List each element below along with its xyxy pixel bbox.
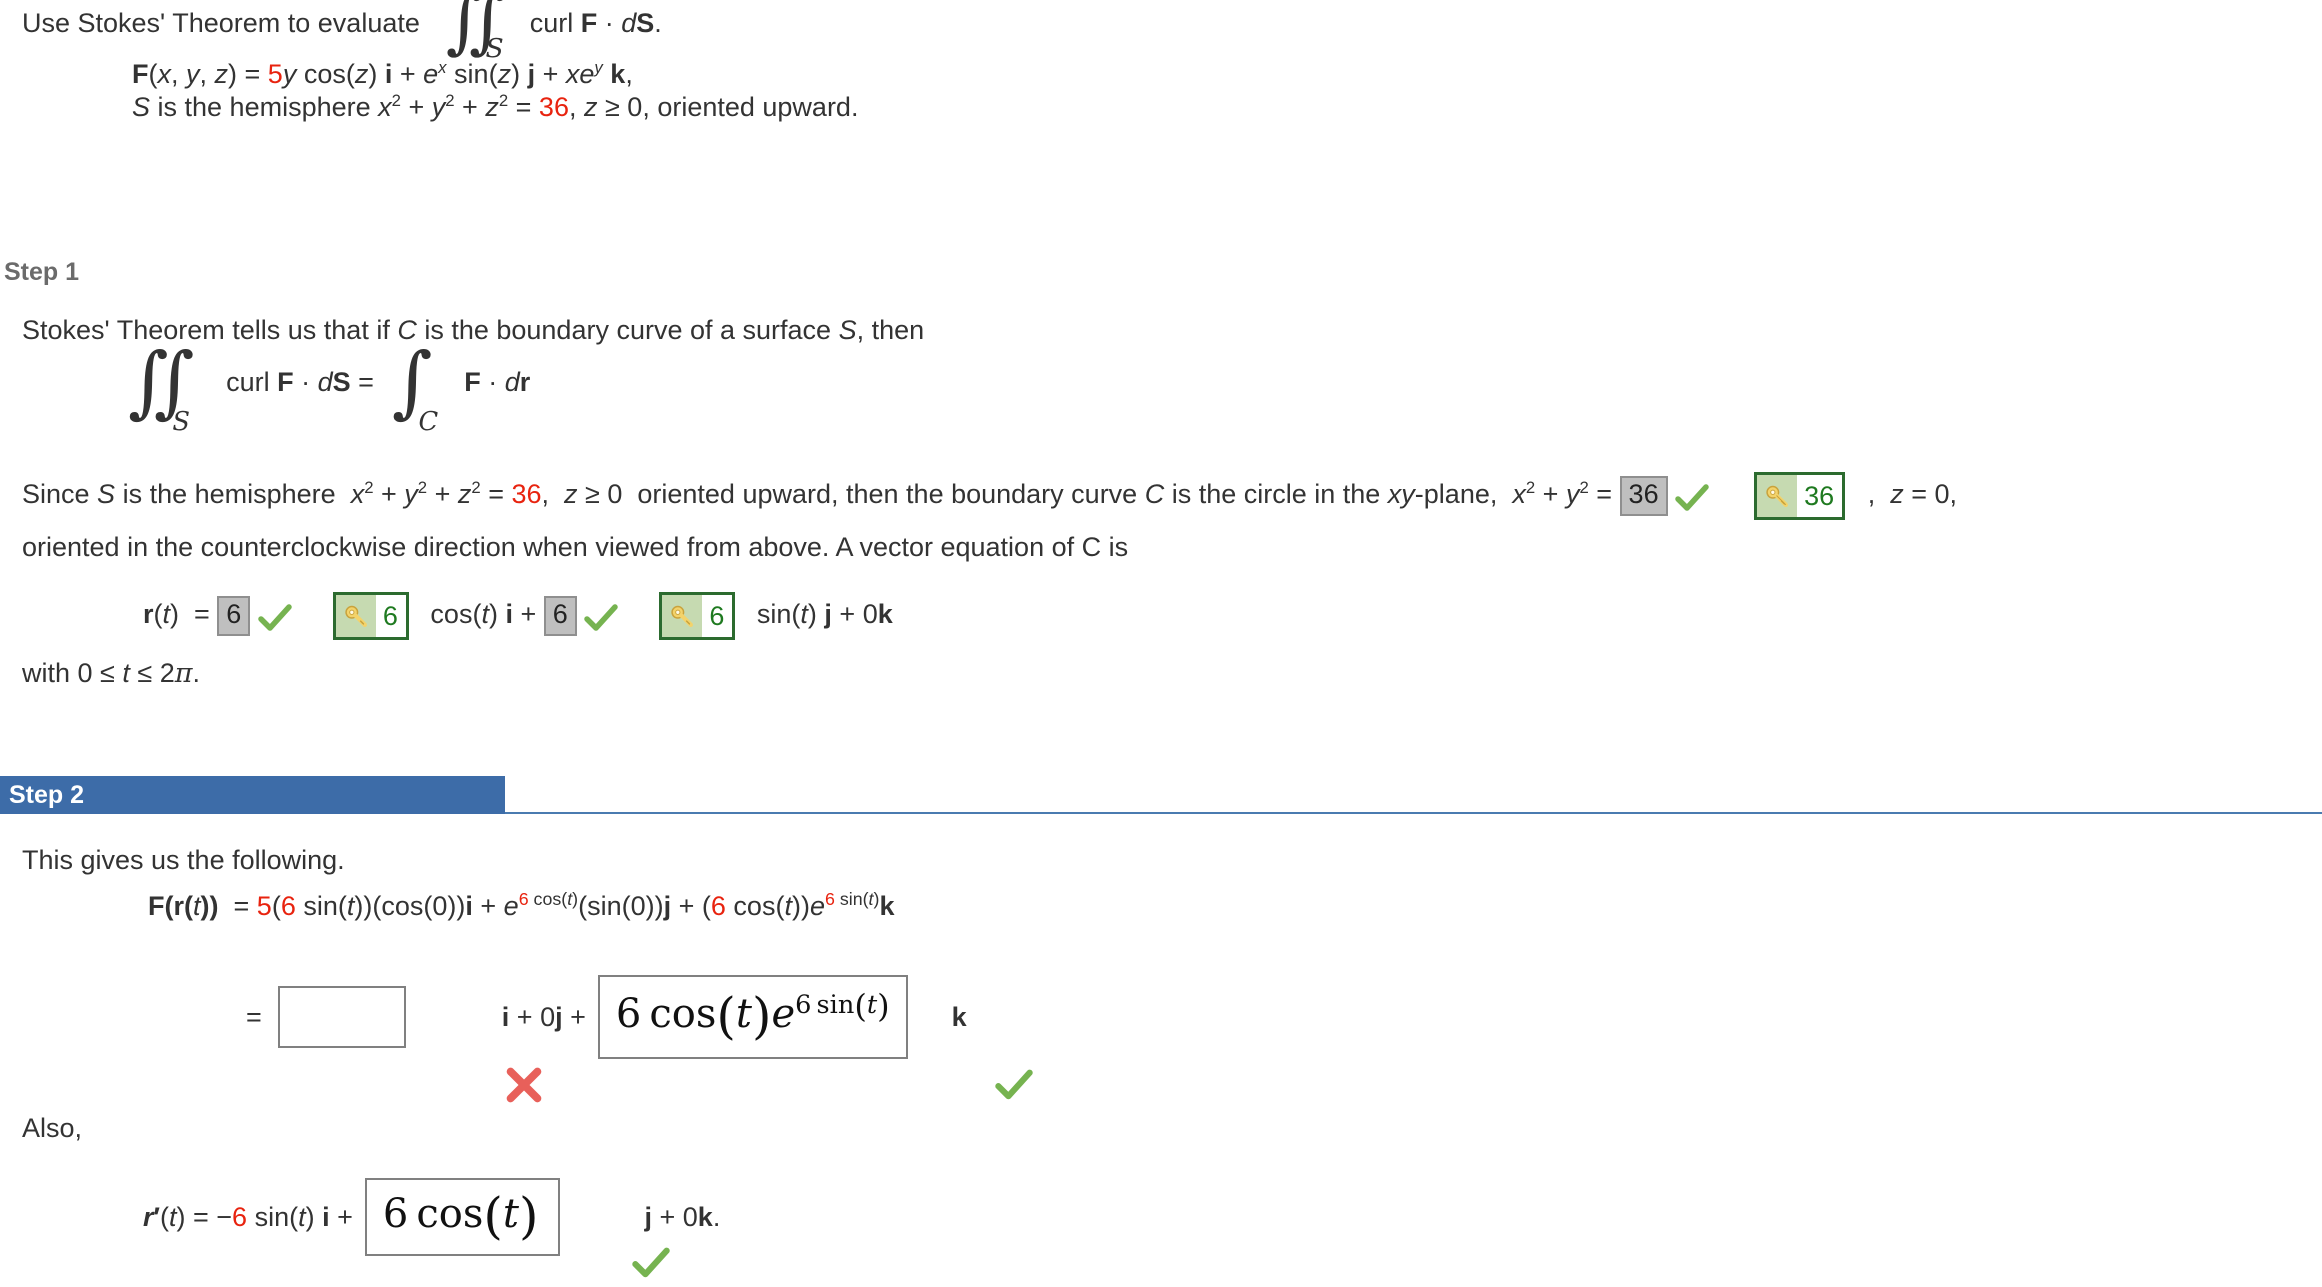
problem-equations: F(x, y, z) = 5y cos(z) i + ex sin(z) j +… [132,58,2302,124]
correct-check-icon [995,1068,1033,1109]
r-prime-label: r′(t) = −6 sin(t) i + [143,1201,353,1232]
since-text-tail: , z = 0, [1852,479,1958,510]
double-integral-symbol: ∬S [445,0,506,64]
r-prime-tail: j + 0k. [644,1201,721,1232]
key-icon [662,595,703,637]
vector-field-definition: F(x, y, z) = 5y cos(z) i + ex sin(z) j +… [132,58,633,89]
answer-key-sin-amplitude[interactable]: 6 [659,592,736,640]
frt-coeff-5: 5 [256,891,272,921]
r-of-t-label: r(t) = [143,599,218,630]
field-coefficient: 5 [267,59,283,89]
answer-field-k-component[interactable]: 6 cos(t)e6 sin(t) [597,975,908,1059]
since-text-part1: Since S is the hemisphere x2 + y2 + z2 = [22,478,512,510]
line-integral-symbol: ∫C [391,337,439,437]
step-2-divider [505,812,2322,814]
also-text: Also, [22,1113,83,1143]
answer-field-i-component[interactable] [277,986,406,1048]
f-of-r-simplified-row: = i + 0j + 6 cos(t)e6 sin(t) k [246,975,967,1059]
correct-check-icon [1675,483,1709,513]
correct-check-icon [584,603,619,633]
answer-key-value: 6 [382,600,398,631]
i-plus-0j-text: i + 0j + [501,1001,586,1032]
key-icon [335,595,376,637]
r-prime-equation-row: r′(t) = −6 sin(t) i + 6 cos(t) j + 0k. [143,1178,720,1256]
step-2-intro-text: This gives us the following. [22,845,345,875]
hemisphere-radius-squared: 36 [511,479,542,510]
problem-integrand: curl F · dS. [529,8,662,38]
orientation-text: oriented in the counterclockwise directi… [22,532,1129,562]
frt-exp-coeff-2: 6 [824,889,835,909]
f-of-r-equation: F(r(t)) = 5(6 sin(t))(cos(0))i + e6 cos(… [148,889,895,921]
since-text-part2: , z ≥ 0 oriented upward, then the bounda… [541,478,1620,510]
r-prime-coefficient: 6 [232,1201,248,1232]
step-2-banner: Step 2 [0,776,505,814]
correct-check-icon [258,603,292,633]
incorrect-cross-icon [505,1066,543,1111]
double-integral-symbol-display: ∬S [128,337,195,437]
frt-coeff-6b: 6 [710,891,726,921]
correct-check-icon [632,1246,670,1287]
frt-exp-coeff-1: 6 [518,889,529,909]
stokes-theorem-equation: ∬S curl F · dS = ∫C F · dr [128,337,531,437]
answer-field-sin-amplitude[interactable]: 6 [543,596,577,636]
since-hemisphere-line: Since S is the hemisphere x2 + y2 + z2 =… [22,472,1957,520]
answer-key-cos-amplitude[interactable]: 6 [332,592,409,640]
r-of-t-mid-1: cos(t) i + [430,599,544,630]
curl-lhs-text: curl F · dS = [226,366,374,397]
answer-field-j-component[interactable]: 6 cos(t) [364,1178,561,1256]
step-2-header: Step 2 [0,776,2322,816]
problem-prompt-text: Use Stokes' Theorem to evaluate [22,8,420,38]
k-component-expression: 6 cos(t)e6 sin(t) [615,986,890,1045]
curl-rhs-text: F · dr [464,366,531,397]
step-1-heading: Step 1 [4,258,80,286]
answer-key-value: 36 [1804,480,1835,511]
surface-radius-squared: 36 [538,92,569,123]
parameter-domain-text: with 0 ≤ t ≤ 2π. [22,658,200,689]
problem-statement: Use Stokes' Theorem to evaluate ∬S curl … [22,0,2302,124]
answer-key-circle-radius-squared[interactable]: 36 [1754,472,1846,520]
r-of-t-equation-row: r(t) = 6 6 cos(t) i + 6 6 sin(t) j + 0k [143,592,893,640]
surface-definition: S is the hemisphere x2 + y2 + z2 = 36, z… [132,91,859,123]
k-unit-vector-label: k [951,1001,967,1032]
answer-field-circle-radius-squared[interactable]: 36 [1619,476,1668,516]
step-2-heading: Step 2 [9,781,85,809]
frt-coeff-6a: 6 [280,891,296,921]
problem-prompt-line: Use Stokes' Theorem to evaluate ∬S curl … [22,0,2302,64]
equals-sign: = [246,1001,262,1032]
answer-field-cos-amplitude[interactable]: 6 [217,596,251,636]
key-icon [1757,475,1798,517]
r-of-t-mid-2: sin(t) j + 0k [756,599,893,630]
integral-subscript-s: S [485,33,504,64]
j-component-expression: 6 cos(t) [382,1187,539,1245]
answer-key-value: 6 [709,600,725,631]
f-of-r-label: F(r(t)) [148,891,219,921]
